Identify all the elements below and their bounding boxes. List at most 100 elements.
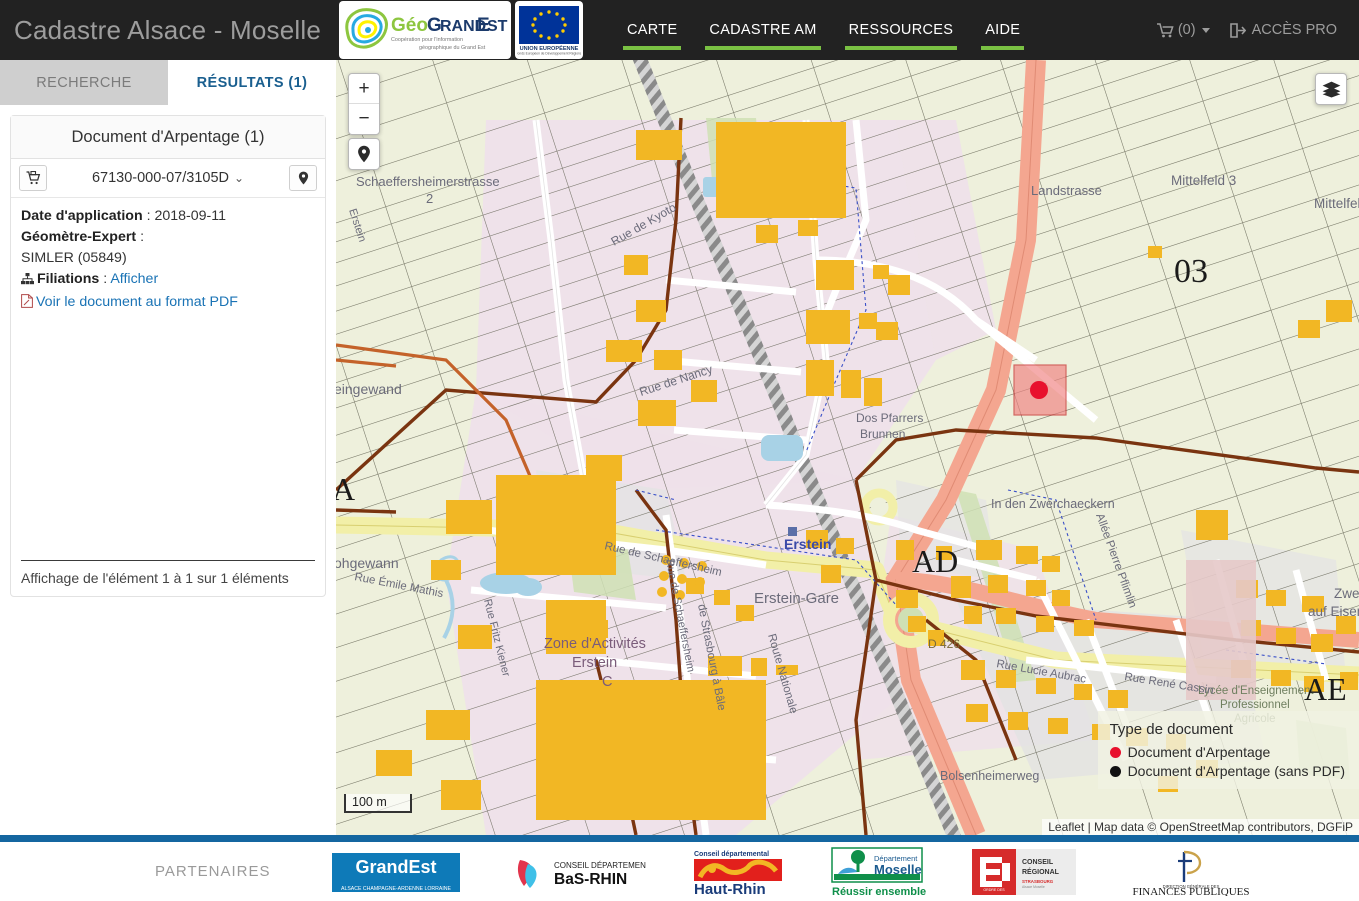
chevron-down-icon <box>1201 27 1210 33</box>
layers-button[interactable] <box>1315 73 1347 105</box>
union-europeenne-logo-svg: UNION EUROPÉENNE Fonds Européen de Dével… <box>517 6 581 56</box>
svg-text:Géo: Géo <box>391 15 428 36</box>
results-card: Document d'Arpentage (1) 67130-000-07/31… <box>10 115 326 597</box>
map-label-schaeffersheimerstrasse: Schaeffersheimerstrasse <box>356 174 500 189</box>
map-label-zwerchaecker: Zwerchaecker <box>1334 586 1359 601</box>
grand-est-logo-svg: GrandEst ALSACE CHAMPAGNE-ARDENNE LORRAI… <box>332 852 461 892</box>
svg-text:ST: ST <box>487 18 508 35</box>
legend-dot-black <box>1109 765 1121 777</box>
pdf-file-icon <box>21 294 33 314</box>
locate-button[interactable] <box>348 138 380 170</box>
svg-text:géographique du Grand Est: géographique du Grand Est <box>419 45 486 51</box>
map-attribution[interactable]: Leaflet | Map data © OpenStreetMap contr… <box>1042 819 1359 835</box>
date-application-value: 2018-09-11 <box>154 208 226 224</box>
moselle-logo-svg: Département Moselle Réussir ensemble ! <box>831 846 926 898</box>
map-label-lycee: Lycée d'Enseignement <box>1198 685 1314 697</box>
map-label-mittelfeld: Mittelfel <box>1314 196 1359 211</box>
legend-label-arpentage-sans-pdf: Document d'Arpentage (sans PDF) <box>1127 763 1345 779</box>
legend-dot-red <box>1109 746 1121 758</box>
svg-text:FINANCES PUBLIQUES: FINANCES PUBLIQUES <box>1133 886 1250 896</box>
tab-recherche[interactable]: RECHERCHE <box>0 60 168 105</box>
moselle-logo[interactable]: Département Moselle Réussir ensemble ! <box>830 846 926 898</box>
map-section-A: A <box>336 471 355 507</box>
pdf-line: Voir le document au format PDF <box>21 292 315 314</box>
map-label-zone-activites: Zone d'Activités <box>544 636 646 652</box>
acces-pro-label: ACCÈS PRO <box>1251 22 1337 38</box>
grand-est-logo[interactable]: GrandEst ALSACE CHAMPAGNE-ARDENNE LORRAI… <box>332 851 461 893</box>
map-label-in-den-zwerchaeckern: In den Zwerchaeckern <box>991 497 1115 511</box>
footer-accent-bar <box>0 835 1359 842</box>
svg-text:Alsace Moselle: Alsace Moselle <box>1022 885 1045 889</box>
nav-aide[interactable]: AIDE <box>969 0 1036 60</box>
app-header: Cadastre Alsace - Moselle Géo G RAND E S… <box>0 0 1359 60</box>
svg-text:BaS-RHIN: BaS-RHIN <box>554 871 627 888</box>
cart-button[interactable]: (0) <box>1147 22 1220 38</box>
map-label-mittelfeld-3: Mittelfeld 3 <box>1171 173 1236 188</box>
zoom-in-button[interactable]: + <box>349 74 379 104</box>
svg-text:CONSEIL: CONSEIL <box>1022 859 1054 866</box>
bas-rhin-logo[interactable]: CONSEIL DÉPARTEMENTAL BaS-RHIN <box>506 849 647 894</box>
map-label-brunnen: Brunnen <box>860 427 905 441</box>
pdf-link[interactable]: Voir le document au format PDF <box>36 294 238 310</box>
geometre-expert-value: SIMLER (05849) <box>21 250 127 266</box>
geograndest-logo[interactable]: Géo G RAND E ST Coopération pour l'infor… <box>339 1 512 59</box>
map-pin-icon <box>298 171 308 185</box>
partners-footer: PARTENAIRES GrandEst ALSACE CHAMPAGNE-AR… <box>0 842 1359 901</box>
leaflet-map[interactable]: Schaeffersheimerstrasse 2 Landstrasse Mi… <box>336 60 1359 835</box>
zoom-out-button[interactable]: − <box>349 104 379 134</box>
scale-bar: 100 m <box>344 794 412 813</box>
partners-label: PARTENAIRES <box>155 863 271 880</box>
ordre-geometres-experts-logo[interactable]: ORDRE DES CONSEIL RÉGIONAL STRASBOURG Al… <box>972 848 1077 895</box>
svg-text:Coopération pour l'information: Coopération pour l'information <box>391 37 463 43</box>
svg-text:Fonds Européen de Développemen: Fonds Européen de Développement Régional <box>517 52 581 56</box>
layers-icon <box>1322 81 1340 97</box>
haut-rhin-logo[interactable]: Conseil départemental Haut-Rhin <box>692 847 784 897</box>
map-label-landstrasse: Landstrasse <box>1031 183 1102 198</box>
map-label-bolsenheimerweg: Bolsenheimerweg <box>940 769 1039 783</box>
card-footer: Affichage de l'élément 1 à 1 sur 1 éléme… <box>11 552 325 596</box>
geometre-expert-line: Géomètre-Expert : <box>21 227 315 247</box>
acces-pro-button[interactable]: ACCÈS PRO <box>1220 22 1347 38</box>
tab-resultats[interactable]: RÉSULTATS (1) <box>168 60 336 105</box>
map-label-auf-eisenbahnstrassel: auf Eisenbahnstrassel <box>1308 604 1359 619</box>
filiations-link[interactable]: Afficher <box>110 271 158 287</box>
map-label-erstein-zone: Erstein <box>572 655 617 671</box>
colon-3: : <box>99 271 111 287</box>
finances-publiques-logo-svg: DIRECTION GÉNÉRALE DES FINANCES PUBLIQUE… <box>1133 850 1250 896</box>
map-section-AE: AE <box>1304 671 1347 707</box>
filiations-label: Filiations <box>37 271 100 287</box>
locate-document-button[interactable] <box>289 165 317 191</box>
nav-carte[interactable]: CARTE <box>611 0 693 60</box>
svg-text:Conseil départemental: Conseil départemental <box>694 851 769 858</box>
cart-count: (0) <box>1177 22 1196 38</box>
map-section-AD: AD <box>912 543 958 579</box>
union-europeenne-logo[interactable]: UNION EUROPÉENNE Fonds Européen de Dével… <box>515 1 584 59</box>
legend-item-arpentage-sans-pdf: Document d'Arpentage (sans PDF) <box>1109 763 1345 779</box>
map-label-eingewand: eingewand <box>336 381 402 397</box>
results-sidebar: RECHERCHE RÉSULTATS (1) Document d'Arpen… <box>0 60 336 835</box>
header-right-actions: (0) ACCÈS PRO <box>1147 0 1347 60</box>
finances-publiques-logo[interactable]: DIRECTION GÉNÉRALE DES FINANCES PUBLIQUE… <box>1122 848 1260 896</box>
legend-item-arpentage: Document d'Arpentage <box>1109 744 1345 760</box>
haut-rhin-logo-svg: Conseil départemental Haut-Rhin <box>694 851 783 897</box>
sidebar-tab-bar: RECHERCHE RÉSULTATS (1) <box>0 60 336 105</box>
svg-text:ORDRE DES: ORDRE DES <box>984 888 1006 892</box>
hierarchy-icon-svg <box>21 273 34 285</box>
ordre-geometres-experts-logo-svg: ORDRE DES CONSEIL RÉGIONAL STRASBOURG Al… <box>972 848 1077 895</box>
hierarchy-icon <box>21 271 34 291</box>
map-label-professionnel: Professionnel <box>1220 699 1290 711</box>
pdf-file-icon-svg <box>21 294 33 308</box>
nav-ressources[interactable]: RESSOURCES <box>833 0 970 60</box>
geometre-expert-value-line: SIMLER (05849) <box>21 248 315 268</box>
map-label-dos-pfarrers: Dos Pfarrers <box>856 411 923 425</box>
cart-add-icon <box>26 171 40 185</box>
add-to-cart-button[interactable] <box>19 165 47 191</box>
bas-rhin-logo-svg: CONSEIL DÉPARTEMENTAL BaS-RHIN <box>506 849 647 894</box>
document-id-dropdown[interactable]: 67130-000-07/3105D ⌄ <box>47 170 289 186</box>
svg-text:RÉGIONAL: RÉGIONAL <box>1022 867 1060 876</box>
document-row: 67130-000-07/3105D ⌄ <box>11 159 325 198</box>
nav-cadastre-am[interactable]: CADASTRE AM <box>693 0 832 60</box>
legend-title: Type de document <box>1109 721 1233 738</box>
svg-text:GrandEst: GrandEst <box>356 857 437 877</box>
footer-divider <box>21 560 315 561</box>
